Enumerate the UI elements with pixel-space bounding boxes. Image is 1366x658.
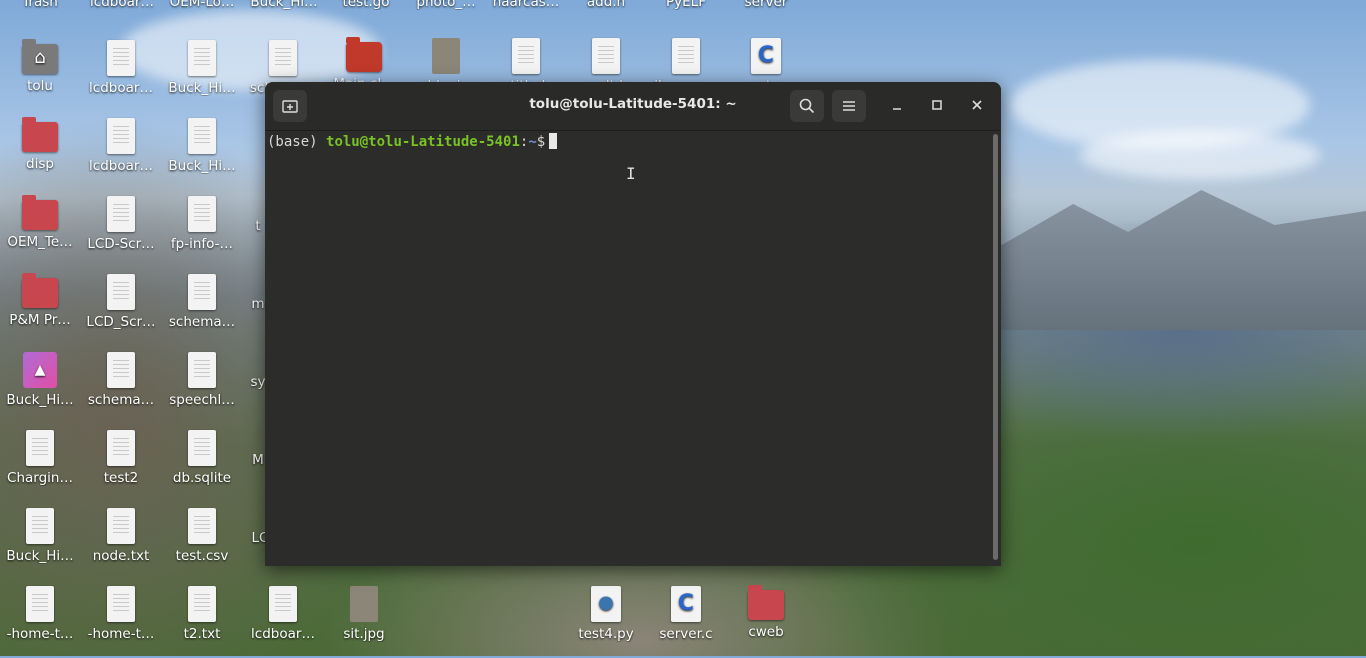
search-button[interactable] <box>790 90 824 122</box>
document-icon <box>107 118 135 154</box>
desktop-icon[interactable]: Chargin… <box>0 430 80 502</box>
desktop-icon[interactable]: test2 <box>81 430 161 502</box>
desktop-icon[interactable]: LCD-Scr… <box>81 196 161 268</box>
maximize-icon <box>932 100 942 110</box>
document-icon <box>107 196 135 232</box>
desktop-icon[interactable]: disp <box>0 117 80 190</box>
desktop-icon[interactable]: Buck_Hi… <box>162 40 242 112</box>
desktop-icon[interactable]: Buck_Hi… <box>0 352 80 424</box>
c-file-icon <box>671 586 701 622</box>
document-icon <box>107 586 135 622</box>
home-folder-icon <box>22 39 58 74</box>
document-icon <box>26 508 54 544</box>
prompt-line: (base) tolu@tolu-Latitude-5401:~$ <box>267 133 989 150</box>
folder-icon <box>748 585 784 620</box>
image-file-icon <box>23 352 57 388</box>
desktop-icon[interactable]: server.c <box>646 586 726 658</box>
document-icon <box>188 40 216 76</box>
document-icon <box>188 118 216 154</box>
python-file-icon <box>591 586 621 622</box>
terminal-window[interactable]: tolu@tolu-Latitude-5401: ~ (base) tolu@t… <box>265 82 1001 566</box>
desktop-icon[interactable]: sit.jpg <box>324 586 404 658</box>
desktop-icon[interactable]: lcdboar… <box>81 40 161 112</box>
close-button[interactable] <box>960 90 994 122</box>
header-file-icon <box>592 38 620 74</box>
document-icon <box>107 274 135 310</box>
document-icon <box>188 274 216 310</box>
desktop-icon[interactable]: -home-t… <box>81 586 161 658</box>
prompt-symbol: $ <box>536 134 546 150</box>
document-icon <box>188 352 216 388</box>
mouse-ibeam-cursor: I <box>626 164 636 183</box>
desktop-icon[interactable]: schema… <box>81 352 161 424</box>
document-icon <box>269 40 297 76</box>
search-icon <box>799 98 815 114</box>
desktop-icon[interactable]: OEM_Te… <box>0 195 80 268</box>
desktop-icon[interactable]: cweb <box>726 585 806 658</box>
desktop-icon[interactable]: lcdboar… <box>81 118 161 190</box>
minimize-button[interactable] <box>880 90 914 122</box>
code-file-icon <box>672 38 700 74</box>
terminal-scrollbar[interactable] <box>993 134 998 560</box>
image-file-icon <box>350 586 378 622</box>
document-icon <box>26 586 54 622</box>
terminal-titlebar[interactable]: tolu@tolu-Latitude-5401: ~ <box>265 82 1001 131</box>
conda-env: (base) <box>267 134 318 150</box>
document-icon <box>188 196 216 232</box>
text-cursor <box>549 133 558 149</box>
desktop-icon[interactable]: Buck_Hi… <box>0 508 80 580</box>
document-icon <box>188 508 216 544</box>
desktop-icon[interactable]: -home-t… <box>0 586 80 658</box>
wallpaper-mountain <box>1000 190 1366 330</box>
minimize-icon <box>893 108 901 110</box>
folder-icon <box>22 195 58 230</box>
desktop-icon[interactable]: Buck_Hi… <box>162 118 242 190</box>
desktop-icon[interactable]: P&M Pr… <box>0 273 80 346</box>
menu-button[interactable] <box>832 90 866 122</box>
document-icon <box>107 508 135 544</box>
close-icon <box>972 100 982 110</box>
document-icon <box>107 40 135 76</box>
document-icon <box>107 430 135 466</box>
folder-icon <box>22 117 58 152</box>
folder-icon <box>22 273 58 308</box>
prompt-user-host: tolu@tolu-Latitude-5401 <box>326 134 520 150</box>
document-icon <box>107 352 135 388</box>
desktop-icon[interactable]: lcdboar… <box>243 586 323 658</box>
c-file-icon <box>751 38 781 74</box>
desktop-icon[interactable]: LCD_Scr… <box>81 274 161 346</box>
document-icon <box>26 430 54 466</box>
prompt-path: ~ <box>528 134 537 150</box>
maximize-button[interactable] <box>920 90 954 122</box>
terminal-output[interactable]: (base) tolu@tolu-Latitude-5401:~$ <box>265 131 991 566</box>
document-icon <box>269 586 297 622</box>
document-icon <box>188 586 216 622</box>
audio-file-icon <box>512 38 540 74</box>
desktop-icon[interactable]: node.txt <box>81 508 161 580</box>
java-file-icon <box>346 37 382 72</box>
desktop-icon[interactable]: tolu <box>0 39 80 112</box>
hamburger-menu-icon <box>843 101 855 111</box>
desktop-icon[interactable]: test4.py <box>566 586 646 658</box>
image-file-icon <box>432 38 460 74</box>
wallpaper-cloud <box>1080 130 1320 180</box>
document-icon <box>188 430 216 466</box>
